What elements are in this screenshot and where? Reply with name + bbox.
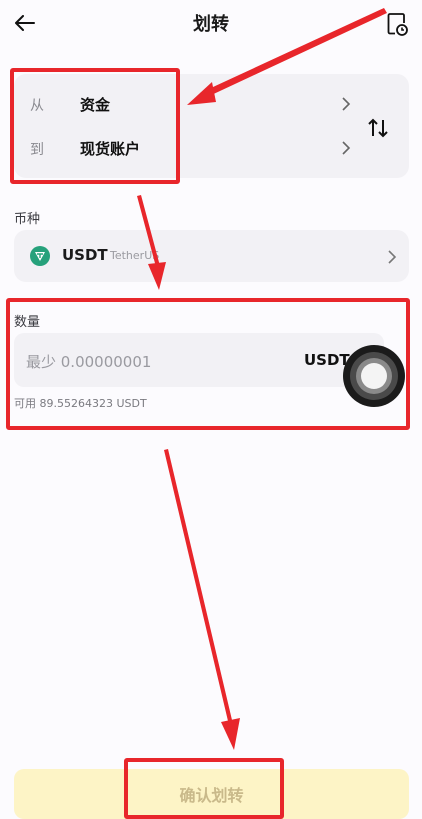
from-account-select[interactable] (340, 96, 352, 115)
currency-code: USDT (62, 246, 108, 264)
highlight-box-amount (6, 298, 410, 430)
currency-section-label: 币种 (14, 212, 41, 227)
swap-vertical-icon (368, 118, 388, 138)
chevron-right-icon (342, 141, 351, 155)
swap-accounts-button[interactable] (366, 116, 390, 140)
currency-chevron (386, 249, 398, 268)
highlight-box-confirm (124, 758, 284, 819)
page-title: 划转 (193, 14, 229, 35)
chevron-right-icon (388, 250, 397, 264)
document-clock-icon (387, 13, 408, 36)
currency-name: TetherUS (110, 249, 160, 262)
to-account-select[interactable] (340, 140, 352, 159)
chevron-right-icon (342, 97, 351, 111)
tether-icon (30, 246, 50, 266)
history-button[interactable] (384, 11, 410, 37)
highlight-box-accounts (10, 68, 180, 184)
